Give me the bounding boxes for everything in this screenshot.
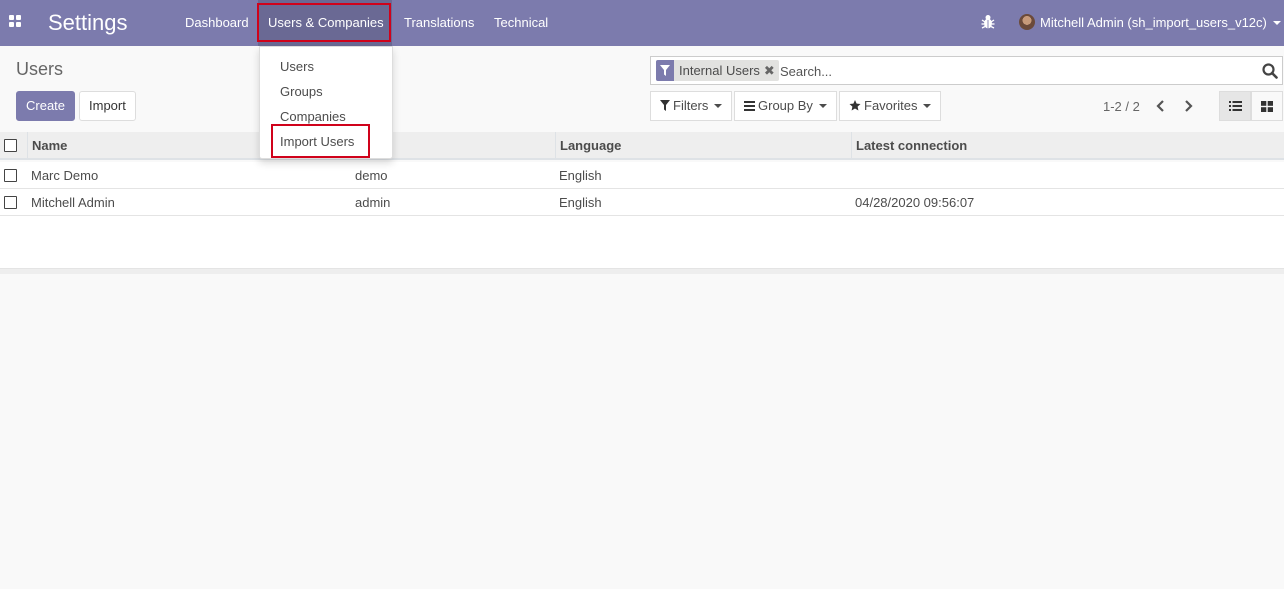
cell-login: admin — [355, 195, 391, 210]
apps-grid-icon[interactable] — [9, 15, 23, 29]
user-menu[interactable]: Mitchell Admin (sh_import_users_v12c) — [1019, 0, 1281, 46]
kanban-view-icon — [1261, 100, 1273, 112]
avatar — [1019, 14, 1035, 30]
filters-button[interactable]: Filters — [650, 91, 733, 121]
list-view-icon — [1228, 101, 1242, 111]
chevron-left-icon[interactable] — [1154, 98, 1168, 114]
star-icon — [849, 100, 861, 111]
table-row[interactable]: Marc Demo demo English — [0, 162, 1284, 189]
column-language-header[interactable]: Language — [555, 132, 851, 160]
column-latest-connection-header[interactable]: Latest connection — [851, 132, 1284, 160]
kanban-view-button[interactable] — [1251, 91, 1283, 121]
table-footer — [0, 268, 1284, 274]
cell-language: English — [559, 168, 602, 183]
breadcrumb: Users — [16, 59, 64, 79]
favorites-label: Favorites — [864, 98, 918, 113]
caret-down-icon — [1272, 21, 1281, 25]
facet-label: Internal Users — [679, 63, 760, 78]
bug-icon[interactable] — [981, 14, 995, 30]
menu-dashboard[interactable]: Dashboard — [177, 0, 257, 46]
cell-name: Marc Demo — [31, 168, 99, 183]
dropdown-item-companies[interactable]: Companies — [280, 109, 346, 124]
cell-login: demo — [355, 168, 388, 183]
search-facet: Internal Users ✖ — [656, 60, 779, 81]
caret-down-icon — [714, 104, 723, 108]
table-header: Name Language Latest connection — [0, 132, 1284, 160]
dropdown-item-groups[interactable]: Groups — [280, 84, 323, 99]
table-row[interactable]: Mitchell Admin admin English 04/28/2020 … — [0, 189, 1284, 216]
dropdown-item-users[interactable]: Users — [280, 59, 314, 74]
top-navbar: Settings Dashboard Users & Companies Tra… — [0, 0, 1284, 46]
menu-technical[interactable]: Technical — [486, 0, 556, 46]
cell-language: English — [559, 195, 602, 210]
users-companies-dropdown: Users Groups Companies Import Users — [259, 46, 393, 159]
cell-latest-connection: 04/28/2020 09:56:07 — [855, 195, 975, 210]
menu-translations[interactable]: Translations — [396, 0, 482, 46]
cell-name: Mitchell Admin — [31, 195, 115, 210]
empty-row — [0, 216, 1284, 243]
list-view-button[interactable] — [1219, 91, 1251, 121]
search-icon[interactable] — [1262, 63, 1278, 79]
menu-users-companies[interactable]: Users & Companies — [258, 0, 392, 46]
filter-icon — [660, 100, 670, 111]
chevron-right-icon[interactable] — [1181, 98, 1195, 114]
filter-icon — [656, 60, 674, 81]
row-checkbox[interactable] — [4, 196, 17, 209]
app-title: Settings — [48, 10, 128, 35]
pager-value[interactable]: 1-2 / 2 — [1103, 99, 1140, 114]
favorites-button[interactable]: Favorites — [839, 91, 942, 121]
select-all-checkbox[interactable] — [4, 139, 17, 152]
search-input[interactable] — [780, 61, 1250, 81]
group-by-label: Group By — [758, 98, 813, 113]
import-button[interactable]: Import — [79, 91, 136, 121]
search-bar: Internal Users ✖ — [650, 56, 1283, 85]
create-button[interactable]: Create — [16, 91, 76, 121]
empty-row — [0, 242, 1284, 269]
group-by-button[interactable]: Group By — [734, 91, 837, 121]
row-checkbox[interactable] — [4, 169, 17, 182]
caret-down-icon — [923, 104, 932, 108]
filters-label: Filters — [673, 98, 709, 113]
dropdown-item-import-users[interactable]: Import Users — [280, 134, 354, 149]
close-icon[interactable]: ✖ — [764, 63, 779, 79]
caret-down-icon — [818, 104, 827, 108]
user-name: Mitchell Admin (sh_import_users_v12c) — [1040, 15, 1267, 30]
list-bars-icon — [744, 101, 755, 111]
